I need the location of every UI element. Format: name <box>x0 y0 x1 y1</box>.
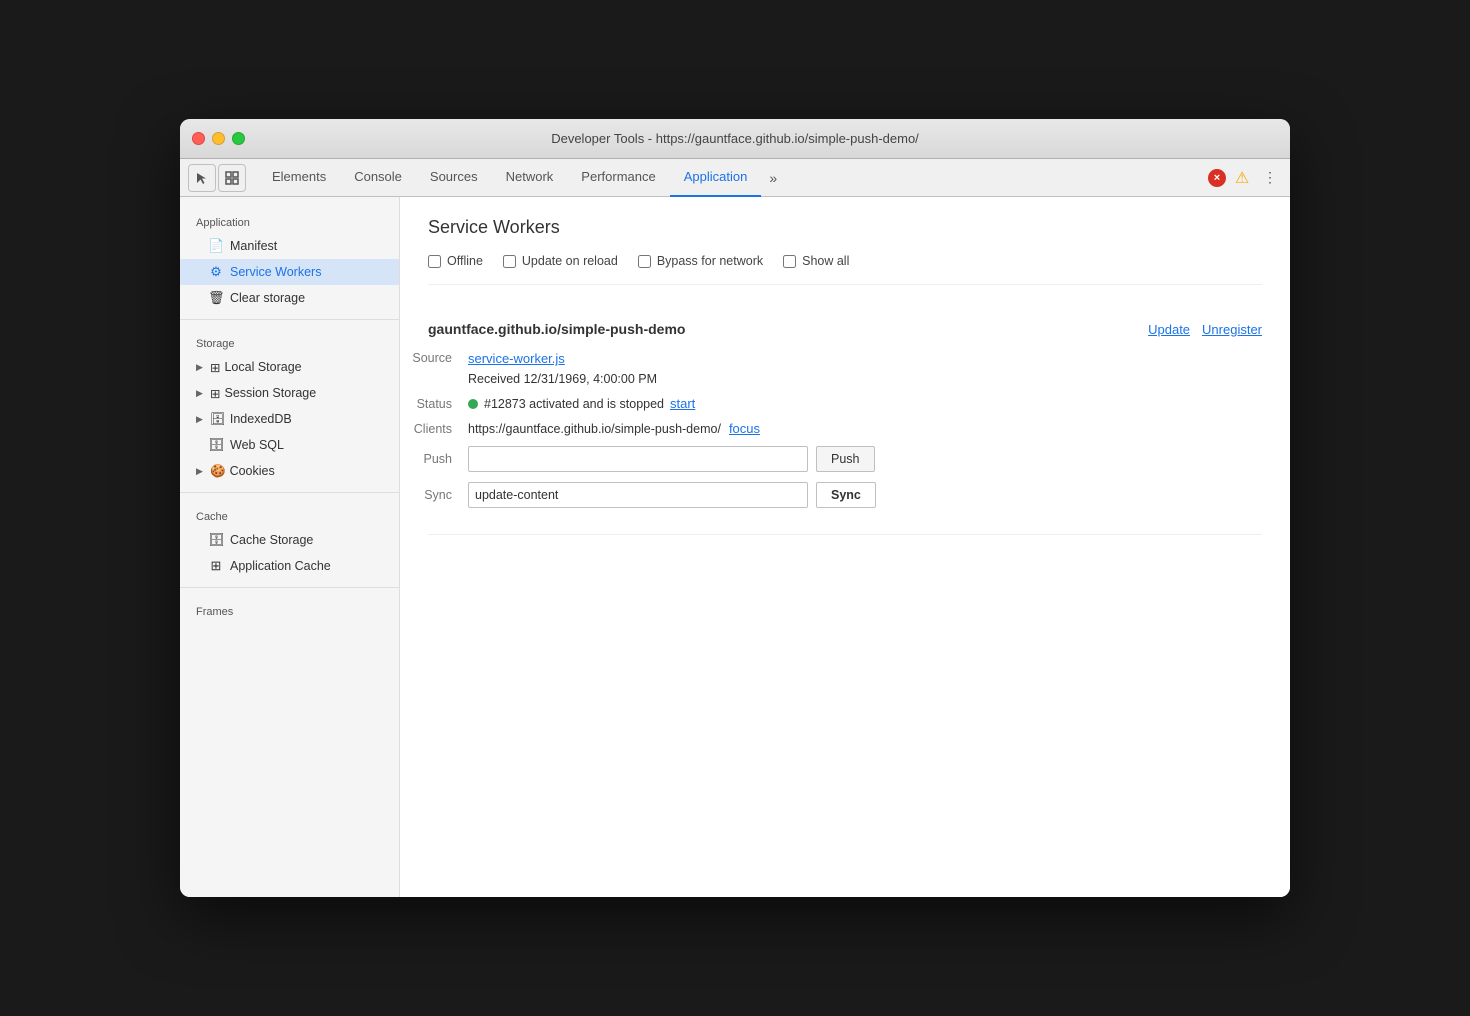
sidebar-item-session-storage[interactable]: ▶ ⊞ Session Storage <box>180 380 399 406</box>
maximize-button[interactable] <box>232 132 245 145</box>
content-panel: Service Workers Offline Update on reload… <box>400 197 1290 897</box>
status-label: Status <box>400 397 468 411</box>
sidebar-item-service-workers[interactable]: ⚙ Service Workers <box>180 259 399 285</box>
source-label: Source <box>400 351 468 365</box>
toolbar-right: × ⚠ ⋮ <box>1208 166 1282 190</box>
offline-checkbox-label[interactable]: Offline <box>428 254 483 268</box>
close-button[interactable] <box>192 132 205 145</box>
toolbar-icon-group <box>188 164 246 192</box>
gear-icon: ⚙ <box>208 264 224 280</box>
received-text: Received 12/31/1969, 4:00:00 PM <box>468 372 657 386</box>
tab-console[interactable]: Console <box>340 159 416 197</box>
cookies-icon: 🍪 <box>210 464 226 479</box>
minimize-button[interactable] <box>212 132 225 145</box>
tab-performance[interactable]: Performance <box>567 159 669 197</box>
show-all-checkbox-label[interactable]: Show all <box>783 254 849 268</box>
inspect-icon-button[interactable] <box>218 164 246 192</box>
tab-application[interactable]: Application <box>670 159 762 197</box>
update-link[interactable]: Update <box>1148 322 1190 337</box>
sidebar-item-cookies[interactable]: ▶ 🍪 Cookies <box>180 458 399 484</box>
sw-domain: gauntface.github.io/simple-push-demo <box>428 321 685 337</box>
nav-tabs: Elements Console Sources Network Perform… <box>258 159 1204 197</box>
unregister-link[interactable]: Unregister <box>1202 322 1262 337</box>
trash-icon: 🗑 <box>208 290 224 306</box>
service-worker-entry: gauntface.github.io/simple-push-demo Upd… <box>428 305 1262 535</box>
main-area: Application 📄 Manifest ⚙ Service Workers… <box>180 197 1290 897</box>
page-title: Service Workers <box>428 217 1262 238</box>
section-application-header: Application <box>180 207 399 233</box>
toolbar: Elements Console Sources Network Perform… <box>180 159 1290 197</box>
clients-url: https://gauntface.github.io/simple-push-… <box>468 422 721 436</box>
section-cache-header: Cache <box>180 501 399 527</box>
app-cache-icon: ⊞ <box>208 558 224 574</box>
session-storage-icon: ⊞ <box>210 386 220 401</box>
devtools-window: Developer Tools - https://gauntface.gith… <box>180 119 1290 897</box>
tab-sources[interactable]: Sources <box>416 159 492 197</box>
sidebar-item-cache-storage[interactable]: 🗄 Cache Storage <box>180 527 399 553</box>
arrow-icon: ▶ <box>196 388 206 399</box>
sidebar-item-local-storage[interactable]: ▶ ⊞ Local Storage <box>180 354 399 380</box>
cursor-icon-button[interactable] <box>188 164 216 192</box>
sw-domain-row: gauntface.github.io/simple-push-demo Upd… <box>428 321 1262 337</box>
divider-1 <box>180 319 399 320</box>
push-input[interactable] <box>468 446 808 472</box>
focus-link[interactable]: focus <box>729 421 760 436</box>
local-storage-icon: ⊞ <box>210 360 220 375</box>
push-button[interactable]: Push <box>816 446 875 472</box>
update-on-reload-checkbox[interactable] <box>503 255 516 268</box>
status-row: Status #12873 activated and is stopped s… <box>428 396 1262 411</box>
source-file-link[interactable]: service-worker.js <box>468 351 657 366</box>
sidebar-item-clear-storage[interactable]: 🗑 Clear storage <box>180 285 399 311</box>
source-row: Source service-worker.js Received 12/31/… <box>428 351 1262 386</box>
status-value: #12873 activated and is stopped start <box>468 396 695 411</box>
devtools-menu-button[interactable]: ⋮ <box>1258 166 1282 190</box>
push-row: Push Push <box>428 446 1262 472</box>
sw-actions: Update Unregister <box>1148 322 1262 337</box>
window-title: Developer Tools - https://gauntface.gith… <box>551 131 919 146</box>
status-active-dot <box>468 399 478 409</box>
push-label: Push <box>400 452 468 466</box>
divider-3 <box>180 587 399 588</box>
sidebar-item-manifest[interactable]: 📄 Manifest <box>180 233 399 259</box>
tab-network[interactable]: Network <box>492 159 568 197</box>
warning-icon: ⚠ <box>1232 169 1252 187</box>
bypass-network-checkbox-label[interactable]: Bypass for network <box>638 254 763 268</box>
arrow-icon: ▶ <box>196 362 206 373</box>
indexeddb-icon: 🗄 <box>210 412 226 427</box>
sync-input[interactable] <box>468 482 808 508</box>
cache-icon: 🗄 <box>208 532 224 548</box>
manifest-icon: 📄 <box>208 238 224 254</box>
clients-label: Clients <box>400 422 468 436</box>
titlebar: Developer Tools - https://gauntface.gith… <box>180 119 1290 159</box>
update-on-reload-checkbox-label[interactable]: Update on reload <box>503 254 618 268</box>
error-badge: × <box>1208 169 1226 187</box>
sidebar-item-indexeddb[interactable]: ▶ 🗄 IndexedDB <box>180 406 399 432</box>
arrow-icon: ▶ <box>196 414 206 425</box>
traffic-lights <box>192 132 245 145</box>
arrow-icon: ▶ <box>196 466 206 477</box>
sidebar-item-websql[interactable]: 🗄 Web SQL <box>180 432 399 458</box>
clients-value: https://gauntface.github.io/simple-push-… <box>468 421 760 436</box>
source-values: service-worker.js Received 12/31/1969, 4… <box>468 351 657 386</box>
clients-row: Clients https://gauntface.github.io/simp… <box>428 421 1262 436</box>
sync-label: Sync <box>400 488 468 502</box>
sync-button[interactable]: Sync <box>816 482 876 508</box>
bypass-network-checkbox[interactable] <box>638 255 651 268</box>
show-all-checkbox[interactable] <box>783 255 796 268</box>
divider-2 <box>180 492 399 493</box>
sidebar-item-app-cache[interactable]: ⊞ Application Cache <box>180 553 399 579</box>
options-row: Offline Update on reload Bypass for netw… <box>428 254 1262 285</box>
websql-icon: 🗄 <box>208 437 224 453</box>
start-link[interactable]: start <box>670 396 695 411</box>
status-text: #12873 activated and is stopped <box>484 397 664 411</box>
tab-elements[interactable]: Elements <box>258 159 340 197</box>
more-tabs-button[interactable]: » <box>761 166 785 190</box>
section-storage-header: Storage <box>180 328 399 354</box>
sync-row: Sync Sync <box>428 482 1262 508</box>
offline-checkbox[interactable] <box>428 255 441 268</box>
section-frames-header: Frames <box>180 596 399 622</box>
sidebar: Application 📄 Manifest ⚙ Service Workers… <box>180 197 400 897</box>
